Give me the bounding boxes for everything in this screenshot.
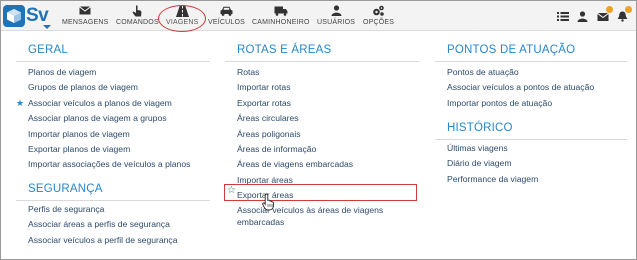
menu-section-historico: HISTÓRICO Últimas viagens Diário de viag… [435, 122, 627, 187]
nav-label: MENSAGENS [62, 19, 109, 26]
menu-link[interactable]: Exportar planos de viagem [28, 142, 210, 157]
section-title: HISTÓRICO [447, 122, 513, 134]
app-logo[interactable]: Sv [3, 3, 49, 29]
list-icon[interactable] [557, 9, 569, 25]
highlight-box [224, 184, 417, 201]
menu-link-label: Associar veículos a planos de viagem [28, 97, 172, 108]
menu-link[interactable]: Associar veículos a pontos de atuação [447, 80, 627, 95]
nav-comandos[interactable]: COMANDOS [116, 4, 159, 30]
menu-link[interactable]: Associar planos de viagem a grupos [28, 111, 210, 126]
user-icon [331, 4, 342, 17]
menu-link-continuation[interactable]: embarcadas [237, 216, 419, 228]
section-title: SEGURANÇA [28, 183, 103, 195]
cube-logo-icon [3, 5, 25, 27]
menu-link[interactable]: Diário de viagem [447, 156, 627, 171]
nav-label: USUÁRIOS [317, 19, 356, 26]
nav-label: CAMINHONEIRO [252, 19, 310, 26]
divider [16, 61, 210, 62]
section-title: GERAL [28, 44, 68, 56]
highlight-circle [158, 5, 206, 32]
menu-link[interactable]: Perfis de segurança [28, 202, 210, 217]
star-outline-icon[interactable]: ☆ [227, 185, 236, 196]
menu-link[interactable]: Áreas de informação [237, 142, 419, 157]
menu-link[interactable]: Pontos de atuação [447, 65, 627, 80]
notification-badge [625, 6, 632, 13]
divider [16, 200, 210, 201]
menu-link-favorited[interactable]: ★ Associar veículos a planos de viagem [16, 96, 210, 111]
divider [225, 61, 419, 62]
divider [435, 139, 627, 140]
divider [435, 61, 627, 62]
nav-caminhoneiro[interactable]: CAMINHONEIRO [252, 4, 310, 30]
car-icon [220, 4, 233, 17]
nav-label: OPÇÕES [363, 19, 395, 26]
menu-link[interactable]: Exportar rotas [237, 96, 419, 111]
user-icon[interactable] [577, 9, 588, 25]
menu-section-seguranca: SEGURANÇA Perfis de segurança Associar á… [16, 183, 210, 248]
envelope-icon[interactable] [597, 6, 613, 25]
menu-link[interactable]: Áreas de viagens embarcadas [237, 157, 419, 172]
section-title: ROTAS E ÁREAS [237, 44, 332, 56]
envelope-icon [79, 4, 92, 17]
nav-label: VEÍCULOS [208, 19, 245, 26]
section-title: PONTOS DE ATUAÇÃO [447, 44, 576, 56]
nav-veiculos[interactable]: VEÍCULOS [208, 4, 245, 30]
logo-text: Sv [26, 5, 49, 26]
menu-section-pontos: PONTOS DE ATUAÇÃO Pontos de atuação Asso… [435, 44, 627, 111]
truck-icon [274, 4, 288, 17]
nav-label: COMANDOS [116, 19, 159, 26]
menu-link[interactable]: Últimas viagens [447, 141, 627, 156]
menu-link[interactable]: Áreas circulares [237, 111, 419, 126]
menu-link[interactable]: Importar associações de veículos a plano… [28, 157, 210, 172]
menu-link[interactable]: Rotas [237, 65, 419, 80]
menu-link[interactable]: Performance da viagem [447, 172, 627, 187]
hand-cursor-icon [262, 193, 276, 216]
menu-link[interactable]: Planos de viagem [28, 65, 210, 80]
menu-link[interactable]: Associar veículos a perfil de segurança [28, 233, 210, 248]
top-navbar: Sv MENSAGENS COMANDOS VIAGENS VEÍCULOS C… [1, 1, 636, 32]
menu-link[interactable]: Associar áreas a perfis de segurança [28, 217, 210, 232]
notification-badge [606, 6, 613, 13]
nav-mensagens[interactable]: MENSAGENS [62, 4, 109, 30]
bell-icon[interactable] [617, 6, 632, 25]
chevron-down-icon[interactable] [43, 25, 51, 29]
nav-opcoes[interactable]: OPÇÕES [363, 4, 394, 30]
nav-usuarios[interactable]: USUÁRIOS [317, 4, 355, 30]
menu-link[interactable]: Áreas poligonais [237, 127, 419, 142]
cogs-icon [372, 4, 385, 17]
menu-link[interactable]: Importar rotas [237, 80, 419, 95]
menu-link[interactable]: Grupos de planos de viagem [28, 80, 210, 95]
hand-pointer-icon [132, 4, 142, 17]
menu-section-geral: GERAL Planos de viagem Grupos de planos … [16, 44, 210, 173]
menu-link[interactable]: Importar planos de viagem [28, 127, 210, 142]
menu-link[interactable]: Importar pontos de atuação [447, 96, 627, 111]
star-icon[interactable]: ★ [16, 96, 24, 111]
